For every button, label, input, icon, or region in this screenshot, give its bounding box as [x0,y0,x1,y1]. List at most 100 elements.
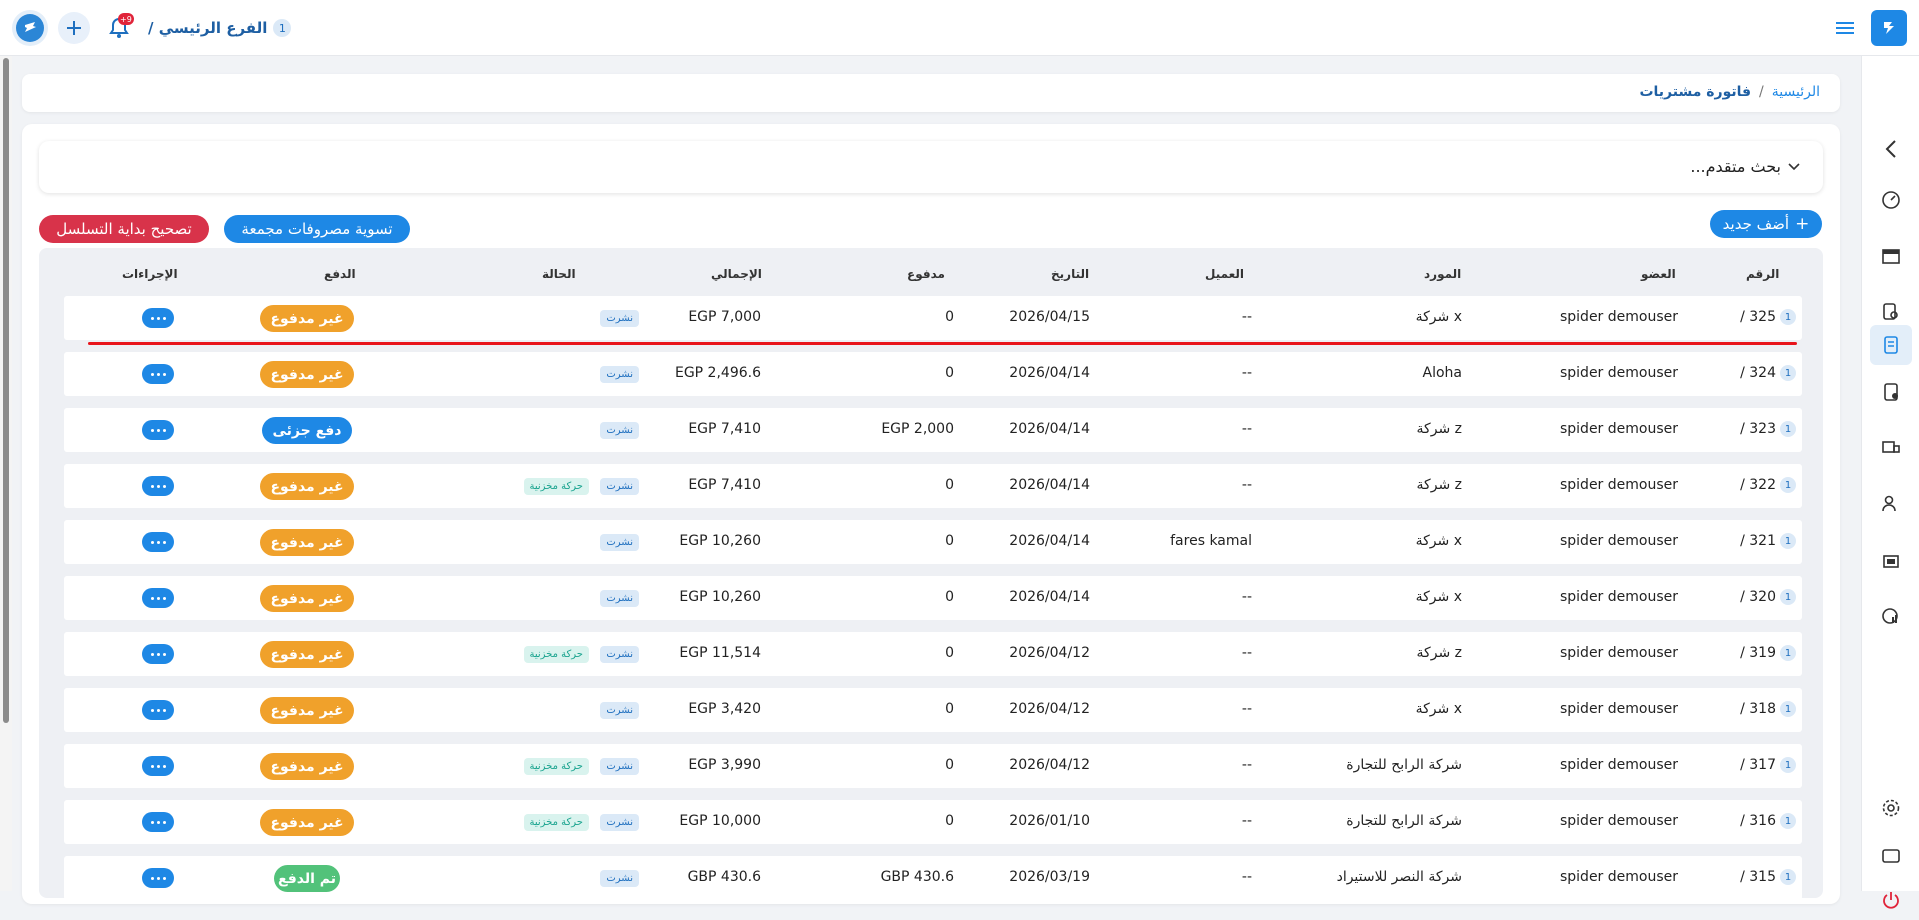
header-payment[interactable]: الدفع [324,267,356,281]
table-row[interactable]: 1 315 / spider demouser شركة النصر للاستيرا… [64,856,1802,900]
box-truck-icon[interactable] [1862,428,1919,468]
client-cell: -- [1241,701,1252,717]
actions-button[interactable] [142,308,174,328]
actions-button[interactable] [142,364,174,384]
invoice-icon[interactable] [1862,325,1919,365]
paid-cell: 0 [945,757,954,773]
table-row[interactable]: 1 317 / spider demouser شركة الرابح للتجارة… [64,744,1802,788]
client-cell: -- [1241,757,1252,773]
total-cell: EGP 7,000 [688,309,761,325]
actions-button[interactable] [142,588,174,608]
payment-status-badge[interactable]: غير مدفوع [260,697,354,724]
header-date[interactable]: التاريخ [1051,267,1089,281]
actions-button[interactable] [142,700,174,720]
add-new-button[interactable]: + أضف جديد [1710,210,1822,238]
settle-expenses-button[interactable]: تسوية مصروفات مجمعة [224,215,410,243]
stock-movement-badge[interactable]: حركة مخزنية [523,814,589,831]
actions-button[interactable] [142,644,174,664]
invoice-number[interactable]: 1 324 / [1740,365,1796,381]
header-actions[interactable]: الإجراءات [122,267,178,281]
header-total[interactable]: الإجمالي [711,267,762,281]
users-icon[interactable] [1862,484,1919,524]
actions-button[interactable] [142,476,174,496]
invoice-number[interactable]: 1 325 / [1740,309,1796,325]
invoice-number[interactable]: 1 319 / [1740,645,1796,661]
invoice-number[interactable]: 1 317 / [1740,757,1796,773]
table-row[interactable]: 1 319 / spider demouser شركة z -- 2026/04/12 0… [64,632,1802,676]
invoice-number[interactable]: 1 321 / [1740,533,1796,549]
invoice-number[interactable]: 1 323 / [1740,421,1796,437]
invoice-number[interactable]: 1 318 / [1740,701,1796,717]
date-cell: 2026/04/15 [1009,309,1090,325]
notifications-icon[interactable]: +9 [104,13,134,43]
payment-status-badge[interactable]: غير مدفوع [260,641,354,668]
status-badge: نشرت [600,534,639,551]
table-row[interactable]: 1 316 / spider demouser شركة الرابح للتجارة… [64,800,1802,844]
table-row[interactable]: 1 318 / spider demouser شركة x -- 2026/04/12 0… [64,688,1802,732]
header-number[interactable]: الرقم [1746,267,1779,281]
actions-button[interactable] [142,868,174,888]
total-cell: EGP 7,410 [688,477,761,493]
date-cell: 2026/04/14 [1009,589,1090,605]
payment-status-badge[interactable]: غير مدفوع [260,585,354,612]
actions-button[interactable] [142,812,174,832]
table-row[interactable]: 1 324 / spider demouser Aloha -- 2026/04/14 0 E… [64,352,1802,396]
reports-icon[interactable] [1862,596,1919,636]
header-client[interactable]: العميل [1205,267,1244,281]
menu-icon[interactable] [1833,16,1857,40]
power-icon[interactable] [1862,880,1919,920]
payment-status-badge[interactable]: غير مدفوع [260,529,354,556]
stock-movement-badge[interactable]: حركة مخزنية [523,758,589,775]
header-supplier[interactable]: المورد [1424,267,1461,281]
page-scrollbar[interactable] [0,56,12,891]
payment-status-badge[interactable]: غير مدفوع [260,361,354,388]
branch-badge: 1 [1780,701,1796,717]
invoice-number[interactable]: 1 316 / [1740,813,1796,829]
breadcrumb-home[interactable]: الرئيسية [1772,84,1820,100]
settings-icon[interactable] [1862,788,1919,828]
header-status[interactable]: الحالة [542,267,576,281]
table-row[interactable]: 1 322 / spider demouser شركة z -- 2026/04/14 0… [64,464,1802,508]
branch-selector[interactable]: 1 الفرع الرئيسي / [148,17,292,39]
branch-badge: 1 [1780,645,1796,661]
invoice-number[interactable]: 1 320 / [1740,589,1796,605]
actions-button[interactable] [142,756,174,776]
add-icon[interactable] [58,12,90,44]
invoice-number[interactable]: 1 315 / [1740,869,1796,885]
chevron-left-icon[interactable] [1862,129,1919,169]
gift-box-icon[interactable] [1862,540,1919,580]
screen-icon[interactable] [1862,836,1919,876]
actions-button[interactable] [142,420,174,440]
document-return-icon[interactable] [1862,372,1919,412]
table-row[interactable]: 1 323 / spider demouser شركة z -- 2026/04/14 E… [64,408,1802,452]
member-cell: spider demouser [1559,477,1678,493]
actions-button[interactable] [142,532,174,552]
total-cell: EGP 10,000 [679,813,761,829]
advanced-search[interactable]: بحث متقدم... [39,141,1823,193]
company-logo-icon[interactable] [12,10,48,46]
stock-movement-badge[interactable]: حركة مخزنية [523,646,589,663]
fix-sequence-button[interactable]: تصحيح بداية التسلسل [39,215,209,243]
header-paid[interactable]: مدفوع [907,267,945,281]
header-member[interactable]: العضو [1641,267,1676,281]
invoice-number[interactable]: 1 322 / [1740,477,1796,493]
payment-status-badge[interactable]: دفع جزئى [262,417,352,444]
payment-status-badge[interactable]: غير مدفوع [260,473,354,500]
supplier-cell: شركة z [1416,645,1462,661]
branch-badge: 1 [1780,757,1796,773]
paid-cell: 0 [945,309,954,325]
stock-movement-badge[interactable]: حركة مخزنية [523,478,589,495]
table-row[interactable]: 1 320 / spider demouser شركة x -- 2026/04/14 0… [64,576,1802,620]
app-logo-right[interactable] [1871,10,1907,46]
store-icon[interactable] [1862,236,1919,276]
advanced-search-label: بحث متقدم... [1690,157,1781,176]
paid-cell: 0 [945,365,954,381]
payment-status-badge[interactable]: غير مدفوع [260,305,354,332]
payment-status-badge[interactable]: غير مدفوع [260,809,354,836]
table-row[interactable]: 1 325 / spider demouser شركة x -- 2026/04/15 0… [64,296,1802,340]
payment-status-badge[interactable]: تم الدفع [274,865,340,892]
dashboard-icon[interactable] [1862,180,1919,220]
payment-status-badge[interactable]: غير مدفوع [260,753,354,780]
table-row[interactable]: 1 321 / spider demouser شركة x fares kamal 20… [64,520,1802,564]
paid-cell: 0 [945,813,954,829]
